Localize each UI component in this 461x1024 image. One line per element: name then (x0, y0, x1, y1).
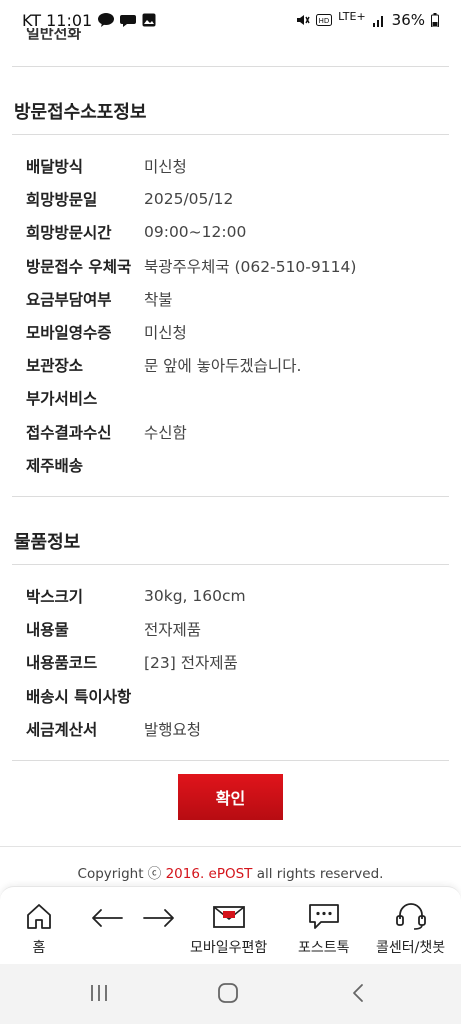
info-row: 접수결과수신 수신함 (26, 420, 449, 444)
divider (12, 134, 449, 135)
info-label: 내용물 (26, 621, 69, 640)
info-row: 요금부담여부 착불 (26, 287, 449, 311)
mute-icon (296, 13, 310, 27)
info-row: 세금계산서 발행요청 (26, 717, 449, 741)
info-label: 세금계산서 (26, 720, 98, 739)
chat-bubble-icon (120, 13, 137, 27)
status-right: HD LTE+ 36% (296, 9, 439, 29)
visit-section-title: 방문접수소포정보 (14, 102, 147, 123)
info-label: 희망방문일 (26, 191, 98, 210)
home-system-button[interactable] (217, 982, 239, 1008)
info-value: 북광주우체국 (062-510-9114) (144, 257, 357, 276)
nav-callcenter[interactable]: 콜센터/챗봇 (376, 901, 445, 957)
info-label: 박스크기 (26, 588, 84, 606)
battery-icon (431, 13, 439, 27)
info-row: 보관장소 문 앞에 놓아두겠습니다. (26, 353, 449, 377)
nav-callcenter-label: 콜센터/챗봇 (376, 940, 446, 956)
headset-icon (395, 903, 426, 930)
gallery-icon (142, 13, 156, 27)
info-label: 보관장소 (26, 357, 84, 376)
nav-posttalk-label: 포스트톡 (298, 940, 350, 956)
info-value: [23] 전자제품 (144, 654, 238, 673)
nav-home-label: 홈 (32, 940, 46, 956)
info-row: 희망방문일 2025/05/12 (26, 187, 449, 211)
info-value: 문 앞에 놓아두겠습니다. (144, 357, 302, 376)
talk-icon (98, 13, 115, 27)
copyright-text: Copyright ⓒ 2016. ePOST all rights reser… (77, 866, 384, 882)
network-type: LTE+ (338, 9, 366, 23)
info-value: 미신청 (144, 158, 187, 176)
info-row: 배달방식 미신청 (26, 154, 449, 178)
nav-home[interactable]: 홈 (24, 901, 54, 957)
info-row: 희망방문시간 09:00~12:00 (26, 220, 449, 244)
home-circle-icon (218, 983, 238, 1003)
back-system-button[interactable] (348, 982, 370, 1008)
info-value: 발행요청 (144, 720, 202, 739)
chat-icon (308, 904, 339, 929)
info-row: 제주배송 (26, 453, 449, 477)
cut-off-text: 일반전화 (26, 28, 82, 42)
arrow-right-icon (143, 909, 174, 927)
arrow-left-icon (92, 909, 123, 927)
info-row: 박스크기 30kg, 160cm (26, 584, 449, 608)
info-label: 요금부담여부 (26, 290, 112, 309)
info-label: 방문접수 우체국 (26, 257, 132, 276)
info-value: 09:00~12:00 (144, 223, 247, 242)
nav-mobile-mailbox[interactable]: 모바일우편함 (190, 901, 267, 957)
info-label: 접수결과수신 (26, 423, 112, 442)
info-row: 부가서비스 (26, 386, 449, 410)
divider (12, 66, 449, 67)
forward-arrow-button[interactable] (142, 907, 176, 929)
info-label: 부가서비스 (26, 390, 98, 409)
home-icon (27, 904, 51, 929)
back-arrow-button[interactable] (90, 907, 124, 929)
recent-apps-icon (91, 985, 107, 1001)
info-label: 배달방식 (26, 158, 84, 176)
info-value: 전자제품 (144, 621, 202, 640)
divider (12, 760, 449, 761)
mail-envelope-icon (212, 906, 245, 928)
hd-icon: HD (316, 14, 333, 26)
info-row: 배송시 특이사항 (26, 684, 449, 708)
confirm-button[interactable]: 확인 (178, 774, 283, 820)
info-label: 내용품코드 (26, 654, 98, 673)
info-value: 착불 (144, 290, 173, 309)
carrier-time: KT 11:01 (22, 10, 93, 30)
signal-icon (372, 13, 386, 27)
info-row: 방문접수 우체국 북광주우체국 (062-510-9114) (26, 254, 449, 278)
bottom-nav: 홈 모바일우편함 포스트톡 콜센터/챗봇 (0, 886, 461, 964)
back-chevron-icon (353, 984, 363, 1002)
footer-divider (0, 846, 461, 847)
info-row: 내용물 전자제품 (26, 617, 449, 641)
battery-percent: 36% (391, 11, 425, 29)
recent-apps-button[interactable] (88, 982, 110, 1008)
divider (12, 564, 449, 565)
info-value: 30kg, 160cm (144, 587, 246, 605)
status-left: KT 11:01 (22, 11, 156, 30)
info-label: 배송시 특이사항 (26, 687, 132, 706)
system-nav-bar (0, 964, 461, 1024)
info-row: 모바일영수증 미신청 (26, 320, 449, 344)
info-value: 수신함 (144, 423, 187, 442)
info-row: 내용품코드 [23] 전자제품 (26, 650, 449, 674)
svg-text:HD: HD (319, 17, 330, 25)
divider (12, 496, 449, 497)
info-label: 희망방문시간 (26, 224, 112, 243)
info-label: 제주배송 (26, 456, 84, 475)
info-value: 미신청 (144, 324, 187, 342)
nav-mobile-mailbox-label: 모바일우편함 (190, 940, 268, 956)
info-value: 2025/05/12 (144, 190, 234, 209)
nav-posttalk[interactable]: 포스트톡 (298, 901, 350, 957)
info-label: 모바일영수증 (26, 324, 112, 342)
goods-section-title: 물품정보 (14, 532, 81, 553)
